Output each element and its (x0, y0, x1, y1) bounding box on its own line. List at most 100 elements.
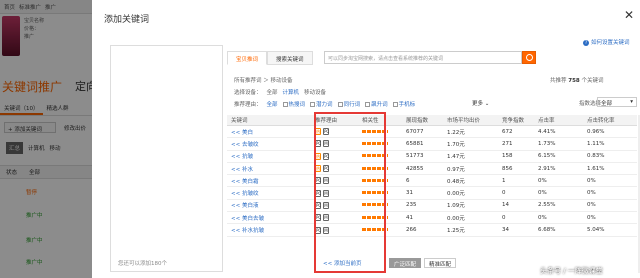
search-input[interactable]: 可以同步淘宝网搜索，请点击查看系统推荐的关键词 (324, 51, 522, 64)
total-prefix: 共推荐 (550, 78, 567, 84)
cvr-cell: 0.96% (587, 128, 605, 135)
broad-match-button[interactable]: 广泛匹配 (389, 258, 422, 268)
add-current-page-button[interactable]: << 添加当前页 (323, 259, 361, 267)
cvr-cell: 1.11% (587, 140, 605, 147)
device-mobile[interactable]: 移动设备 (304, 88, 326, 96)
col-avg-bid[interactable]: 市场平均出价 (447, 116, 502, 124)
cvr-cell: 0% (587, 202, 596, 209)
keyword-link[interactable]: << 美白液 (227, 201, 315, 209)
competition-cell: 856 (502, 165, 513, 172)
more-label: 更多 (472, 101, 484, 107)
competition-cell: 0 (502, 190, 506, 197)
competition-cell: 14 (502, 202, 509, 209)
table-row[interactable]: << 美白霜 PC M 6 0.48元 1 0% 0% (227, 175, 637, 188)
reason-potential-label: 潜力词 (316, 102, 333, 108)
keyword-link[interactable]: << 抗皱 (227, 152, 315, 160)
competition-cell: 1 (502, 177, 506, 184)
reason-mobile[interactable]: 手机标 (392, 100, 416, 108)
impressions-cell: 42855 (406, 165, 424, 172)
checkbox-icon[interactable] (392, 102, 398, 107)
checkbox-icon[interactable] (337, 102, 343, 107)
tab-recommend[interactable]: 宝贝推词 (227, 51, 268, 65)
remaining-count: 您还可以添加180个 (118, 261, 167, 267)
reason-potential[interactable]: 潜力词 (310, 100, 333, 108)
help-text: 如何设置关键词 (591, 40, 630, 46)
keyword-link[interactable]: << 去皱纹 (227, 140, 315, 148)
avg-bid-cell: 0.48元 (447, 178, 465, 185)
table-row[interactable]: << 去皱纹 PC M 65881 1.70元 271 1.73% 1.11% (227, 138, 637, 151)
impressions-cell: 31 (406, 190, 413, 197)
total-suffix: 个关键词 (581, 78, 604, 84)
ctr-cell: 2.91% (538, 165, 556, 172)
reason-hot-label: 热搜词 (288, 102, 306, 108)
help-link[interactable]: ? 如何设置关键词 (583, 38, 630, 46)
competition-cell: 0 (502, 214, 506, 221)
keyword-link[interactable]: << 抗皱纹 (227, 189, 315, 197)
ctr-cell: 1.73% (538, 140, 556, 147)
keyword-link[interactable]: << 美白 (227, 128, 315, 136)
device-all[interactable]: 全部 (267, 88, 278, 96)
col-impressions[interactable]: 展现指数 (406, 116, 447, 124)
exact-match-button[interactable]: 精准匹配 (424, 258, 457, 268)
keyword-link[interactable]: << 补水抗皱 (227, 226, 315, 234)
help-icon: ? (583, 40, 589, 46)
keyword-link[interactable]: << 美白去皱 (227, 214, 315, 222)
reason-mobile-label: 手机标 (398, 102, 416, 108)
search-icon[interactable] (522, 51, 536, 64)
add-keyword-dialog: 添加关键词 ✕ 您还可以添加180个 ? 如何设置关键词 宝贝推词 搜索关键词 可… (92, 0, 640, 278)
ctr-cell: 0% (538, 214, 547, 221)
avg-bid-cell: 1.25元 (447, 228, 465, 235)
reason-peer-label: 同行词 (343, 102, 361, 108)
table-row[interactable]: << 美白液 PC M 235 1.09元 14 2.55% 0% (227, 200, 637, 213)
ctr-cell: 6.15% (538, 153, 556, 160)
col-competition[interactable]: 竞争指数 (502, 116, 538, 124)
avg-bid-cell: 0.00元 (447, 215, 465, 222)
close-icon[interactable]: ✕ (624, 8, 634, 22)
checkbox-icon[interactable] (365, 102, 371, 107)
score-value: 全部 (601, 101, 613, 107)
competition-cell: 672 (502, 128, 513, 135)
ctr-cell: 0% (538, 177, 547, 184)
table-row[interactable]: << 美白去皱 PC M 41 0.00元 0 0% 0% (227, 212, 637, 225)
impressions-cell: 65881 (406, 140, 424, 147)
more-button[interactable]: 更多 ⌄ (472, 99, 489, 107)
dialog-title: 添加关键词 (104, 15, 150, 25)
cvr-cell: 5.04% (587, 227, 605, 234)
table-row[interactable]: << 补水抗皱 PC M 266 1.25元 34 6.68% 5.04% (227, 224, 637, 237)
keyword-link[interactable]: << 美白霜 (227, 177, 315, 185)
avg-bid-cell: 1.09元 (447, 203, 465, 210)
dialog-tabs: 宝贝推词 搜索关键词 (227, 51, 313, 65)
table-row[interactable]: << 抗皱纹 PC M 31 0.00元 0 0% 0% (227, 187, 637, 200)
checkbox-icon[interactable] (310, 102, 316, 107)
avg-bid-cell: 1.70元 (447, 141, 465, 148)
reason-peer[interactable]: 同行词 (337, 100, 361, 108)
reason-rising[interactable]: 飙升词 (365, 100, 388, 108)
score-select[interactable]: 全部 ▾ (597, 97, 637, 107)
chevron-down-icon: ▾ (630, 99, 633, 105)
col-ctr[interactable]: 点击率 (538, 116, 587, 124)
table-body: << 美白热 PC 67077 1.22元 672 4.41% 0.96% << 去皱纹 PC M… (227, 126, 637, 237)
reason-all[interactable]: 全部 (267, 100, 278, 108)
impressions-cell: 67077 (406, 128, 424, 135)
ctr-cell: 0% (538, 190, 547, 197)
modal-overlay[interactable] (0, 0, 100, 278)
tab-search-keyword[interactable]: 搜索关键词 (267, 51, 313, 65)
checkbox-icon[interactable] (282, 102, 288, 107)
device-filter: 选择设备： 全部 计算机 移动设备 (234, 88, 326, 96)
keyword-link[interactable]: << 补水 (227, 165, 315, 173)
breadcrumb: 所有推荐词 ＞ 移动设备 (234, 78, 293, 84)
cvr-cell: 0% (587, 190, 596, 197)
table-row[interactable]: << 美白热 PC 67077 1.22元 672 4.41% 0.96% (227, 126, 637, 139)
watermark: 头条号 / 一阵微课堂 (540, 267, 603, 275)
table-row[interactable]: << 补水热 PC 42855 0.97元 856 2.91% 1.61% (227, 163, 637, 176)
avg-bid-cell: 1.22元 (447, 129, 465, 136)
total-count: 共推荐 758 个关键词 (550, 76, 604, 84)
avg-bid-cell: 0.97元 (447, 166, 465, 173)
cvr-cell: 0.83% (587, 153, 605, 160)
cvr-cell: 0% (587, 177, 596, 184)
cvr-cell: 1.61% (587, 165, 605, 172)
device-pc[interactable]: 计算机 (283, 88, 300, 96)
col-cvr[interactable]: 点击转化率 (587, 116, 637, 124)
table-row[interactable]: << 抗皱热 PC 51773 1.47元 158 6.15% 0.83% (227, 151, 637, 163)
reason-hot[interactable]: 热搜词 (282, 100, 306, 108)
